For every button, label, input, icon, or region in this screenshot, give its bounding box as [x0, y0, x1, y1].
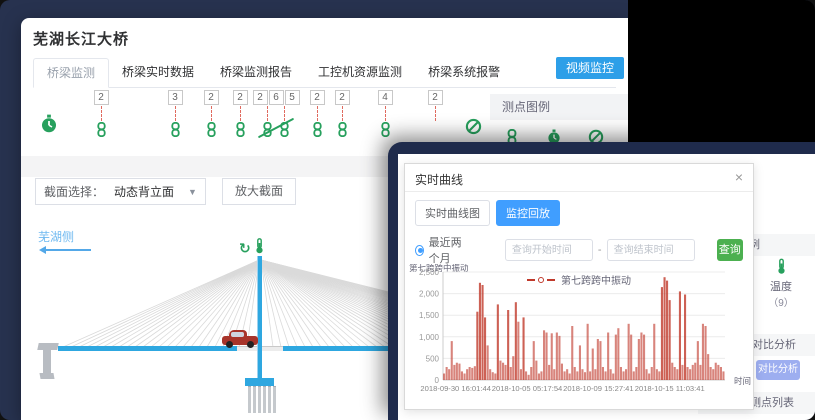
temperature-count: （9）: [754, 294, 808, 309]
svg-text:1,000: 1,000: [419, 333, 440, 342]
car-illustration: [222, 330, 258, 348]
section-controls: 截面选择： 动态背立面 ▼ 放大截面: [35, 178, 296, 205]
tab-4[interactable]: 工控机资源监测: [305, 58, 415, 88]
svg-text:1,500: 1,500: [419, 311, 440, 320]
sensor-count-badge: 2: [204, 90, 219, 105]
close-icon[interactable]: ×: [735, 169, 743, 185]
right-panel-temperature[interactable]: 温度 （9）: [754, 258, 808, 309]
section-select-value: 动态背立面: [114, 183, 174, 200]
query-row: 最近两个月 - 查询: [405, 230, 753, 266]
section-select[interactable]: 动态背立面 ▼: [114, 183, 197, 200]
sensor-count-badge: 4: [378, 90, 393, 105]
sensor-point[interactable]: 3: [162, 90, 188, 137]
sensor-point[interactable]: 2: [304, 90, 330, 137]
recent-two-months-radio[interactable]: [415, 245, 424, 256]
legend-panel-title: 测点图例: [490, 94, 628, 120]
compare-analysis-button[interactable]: 对比分析: [756, 360, 800, 380]
svg-text:2,500: 2,500: [419, 268, 440, 277]
sensor-point[interactable]: 2: [88, 90, 114, 137]
rotate-icon[interactable]: ↻: [239, 240, 251, 257]
thermometer-icon[interactable]: [255, 238, 264, 259]
sensor-count-badge: 2: [94, 90, 109, 105]
dialog-tab-1[interactable]: 实时曲线图: [415, 200, 490, 226]
section-divider: [21, 156, 388, 177]
query-start-time-input[interactable]: [505, 239, 593, 261]
dialog-tab-2[interactable]: 监控回放: [496, 200, 560, 226]
range-separator: -: [598, 244, 602, 256]
query-end-time-input[interactable]: [607, 239, 695, 261]
tab-1[interactable]: 桥梁监测: [33, 58, 109, 88]
svg-text:2018-10-05 05:17:54: 2018-10-05 05:17:54: [492, 384, 563, 393]
dialog-header: 实时曲线 ×: [405, 164, 753, 192]
bridge-abutment-stem: [43, 349, 51, 375]
black-region: [628, 0, 815, 146]
page-title: 芜湖长江大桥: [33, 28, 129, 49]
vibration-chart: 第七跨跨中振动05001,0001,5002,0002,5002018-09-3…: [407, 264, 753, 411]
temperature-label: 温度: [754, 278, 808, 294]
thermometer-icon: [777, 266, 786, 278]
compare-header-label: 对比分析: [752, 334, 796, 356]
modal-page: 测点图例 温度 （9） 对比分析 对比分析 测点列表 实时曲线 × 实时曲线图监…: [398, 154, 815, 420]
bridge-abutment-base: [39, 373, 54, 379]
realtime-curve-dialog: 实时曲线 × 实时曲线图监控回放 最近两个月 - 查询 第七跨跨中振动 第七跨跨…: [404, 163, 754, 410]
sensor-noicon[interactable]: 2: [422, 90, 448, 122]
section-select-label: 截面选择：: [44, 183, 104, 200]
section-select-group: 截面选择： 动态背立面 ▼: [35, 178, 206, 205]
main-tab-bar: 桥梁监测桥梁实时数据桥梁监测报告工控机资源监测桥梁系统报警: [33, 58, 616, 88]
sensor-count-badge: 2: [253, 90, 268, 105]
svg-text:2018-09-30 16:01:44: 2018-09-30 16:01:44: [420, 384, 491, 393]
video-monitor-button[interactable]: 视频监控: [556, 57, 624, 79]
screen: 芜湖长江大桥 桥梁监测桥梁实时数据桥梁监测报告工控机资源监测桥梁系统报警 视频监…: [0, 0, 815, 420]
svg-text:2,000: 2,000: [419, 290, 440, 299]
sensor-strip: 23222652242: [21, 90, 491, 150]
sensor-count-badge: 2: [335, 90, 350, 105]
list-header-label: 测点列表: [750, 392, 794, 414]
sensor-count-badge: 2: [428, 90, 443, 105]
bridge-pier-cap: [245, 378, 274, 386]
chevron-down-icon: ▼: [188, 187, 197, 197]
blocked-icon[interactable]: [460, 90, 486, 140]
zoom-section-button[interactable]: 放大截面: [222, 178, 296, 205]
radio-label: 最近两个月: [429, 234, 469, 266]
sensor-count-badge: 2: [233, 90, 248, 105]
sensor-count-badge: 5: [285, 90, 300, 105]
sensor-count-badge: 2: [310, 90, 325, 105]
tab-5[interactable]: 桥梁系统报警: [415, 58, 513, 88]
svg-text:500: 500: [426, 354, 440, 363]
dialog-tab-bar: 实时曲线图监控回放: [405, 192, 753, 230]
sensor-count-badge: 3: [168, 90, 183, 105]
sensor-point[interactable]: 2: [198, 90, 224, 137]
sensor-group[interactable]: 265: [249, 90, 303, 137]
dialog-title: 实时曲线: [415, 171, 463, 188]
sensor-count-badge: 6: [269, 90, 284, 105]
bridge-piles: [248, 386, 276, 413]
svg-text:2018-10-09 15:27:41: 2018-10-09 15:27:41: [563, 384, 634, 393]
sensor-point[interactable]: 4: [372, 90, 398, 137]
tab-2[interactable]: 桥梁实时数据: [109, 58, 207, 88]
tab-3[interactable]: 桥梁监测报告: [207, 58, 305, 88]
bridge-tower: [257, 256, 262, 378]
svg-text:2018-10-15 11:03:41: 2018-10-15 11:03:41: [635, 384, 705, 393]
sensor-point[interactable]: 2: [329, 90, 355, 137]
svg-text:时间: 时间: [734, 376, 751, 386]
stopwatch-icon[interactable]: [38, 90, 60, 139]
query-button[interactable]: 查询: [717, 239, 743, 261]
